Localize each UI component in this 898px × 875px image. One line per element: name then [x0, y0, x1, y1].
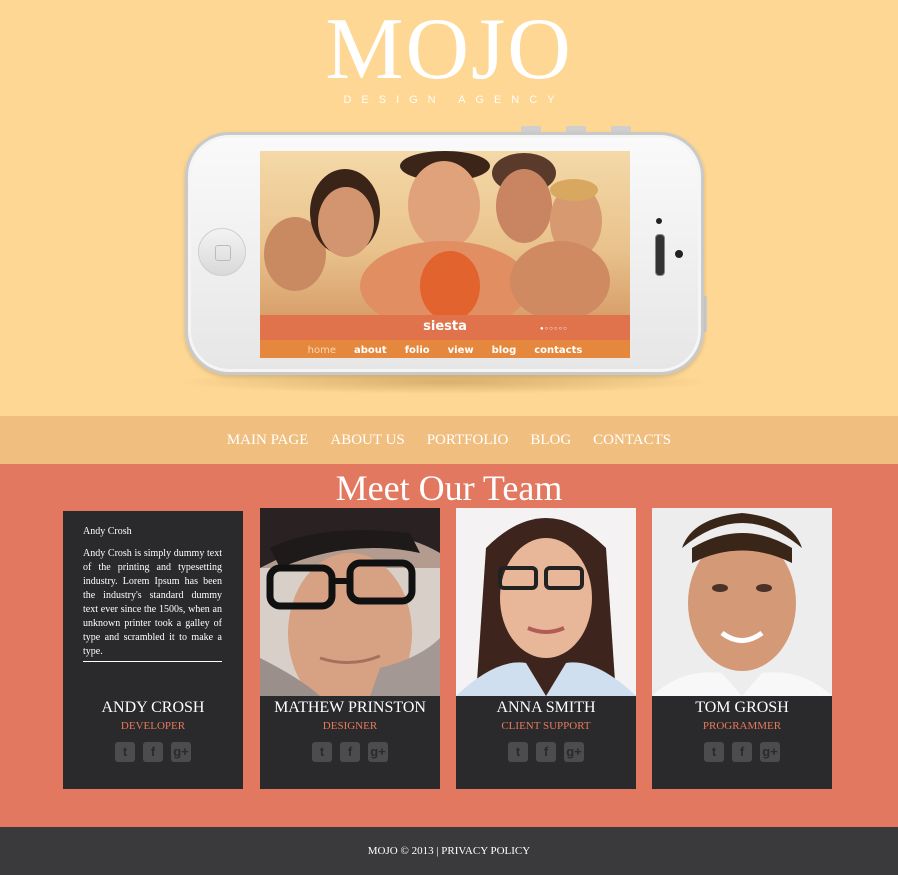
member-photo: [456, 508, 636, 696]
nav-portfolio[interactable]: PORTFOLIO: [427, 416, 509, 464]
member-role: PROGRAMMER: [702, 720, 782, 732]
phone-speaker: [655, 234, 665, 276]
slider-dots[interactable]: ●○○○○○: [540, 326, 568, 332]
twitter-icon[interactable]: t: [312, 742, 332, 762]
bio-panel: Andy Crosh Andy Crosh is simply dummy te…: [83, 525, 222, 662]
logo[interactable]: MOJO DESIGN AGENCY: [0, 1, 898, 107]
phone-nav: home about folio view blog contacts: [260, 340, 630, 358]
google-plus-icon[interactable]: g+: [760, 742, 780, 762]
social-links: t f g+: [63, 742, 243, 762]
facebook-icon[interactable]: f: [536, 742, 556, 762]
member-role: DESIGNER: [322, 720, 378, 732]
phone-home-button: [198, 228, 246, 276]
member-name: MATHEW PRINSTON: [274, 699, 426, 716]
social-links: t f g+: [260, 742, 440, 762]
facebook-icon[interactable]: f: [340, 742, 360, 762]
google-plus-icon[interactable]: g+: [564, 742, 584, 762]
hero-section: MOJO DESIGN AGENCY siesta ●○○○○○ home ab…: [0, 0, 898, 416]
phone-nav-folio[interactable]: folio: [405, 345, 430, 356]
member-name: TOM GROSH: [695, 699, 789, 716]
team-section: Meet Our Team Andy Crosh Andy Crosh is s…: [0, 464, 898, 827]
nav-main-page[interactable]: MAIN PAGE: [227, 416, 309, 464]
google-plus-icon[interactable]: g+: [171, 742, 191, 762]
siesta-label: siesta: [423, 319, 467, 334]
phone-nav-blog[interactable]: blog: [492, 345, 517, 356]
main-nav: MAIN PAGE ABOUT US PORTFOLIO BLOG CONTAC…: [0, 416, 898, 464]
social-links: t f g+: [456, 742, 636, 762]
twitter-icon[interactable]: t: [115, 742, 135, 762]
member-name: ANNA SMITH: [496, 699, 596, 716]
footer: MOJO © 2013 | PRIVACY POLICY: [0, 827, 898, 875]
team-card-tom[interactable]: TOM GROSH PROGRAMMER t f g+: [652, 508, 832, 789]
team-card-mathew[interactable]: MATHEW PRINSTON DESIGNER t f g+: [260, 508, 440, 789]
phone-camera: [656, 218, 662, 224]
member-photo: [652, 508, 832, 696]
facebook-icon[interactable]: f: [143, 742, 163, 762]
phone-sensor: [675, 250, 683, 258]
phone-slider-caption: siesta ●○○○○○: [260, 315, 630, 340]
member-photo: [260, 508, 440, 696]
footer-text[interactable]: MOJO © 2013 | PRIVACY POLICY: [368, 845, 530, 857]
member-role: CLIENT SUPPORT: [501, 720, 591, 732]
bio-text: Andy Crosh is simply dummy text of the p…: [83, 547, 222, 662]
bio-name: Andy Crosh: [83, 526, 132, 537]
friends-photo: [260, 151, 630, 331]
nav-about-us[interactable]: ABOUT US: [330, 416, 404, 464]
twitter-icon[interactable]: t: [704, 742, 724, 762]
phone-nav-contacts[interactable]: contacts: [534, 345, 582, 356]
member-name: ANDY CROSH: [101, 699, 205, 716]
phone-nav-about[interactable]: about: [354, 345, 387, 356]
social-links: t f g+: [652, 742, 832, 762]
team-card-andy[interactable]: Andy Crosh Andy Crosh is simply dummy te…: [63, 511, 243, 789]
google-plus-icon[interactable]: g+: [368, 742, 388, 762]
logo-subtitle: DESIGN AGENCY: [343, 94, 565, 106]
logo-title: MOJO: [325, 1, 573, 98]
phone-nav-home[interactable]: home: [308, 345, 336, 356]
twitter-icon[interactable]: t: [508, 742, 528, 762]
member-role: DEVELOPER: [120, 720, 186, 732]
team-title: Meet Our Team: [335, 468, 563, 508]
phone-nav-view[interactable]: view: [448, 345, 474, 356]
team-card-anna[interactable]: ANNA SMITH CLIENT SUPPORT t f g+: [456, 508, 636, 789]
nav-blog[interactable]: BLOG: [530, 416, 571, 464]
nav-contacts[interactable]: CONTACTS: [593, 416, 671, 464]
facebook-icon[interactable]: f: [732, 742, 752, 762]
phone-screen: siesta ●○○○○○ home about folio view blog…: [260, 151, 630, 358]
